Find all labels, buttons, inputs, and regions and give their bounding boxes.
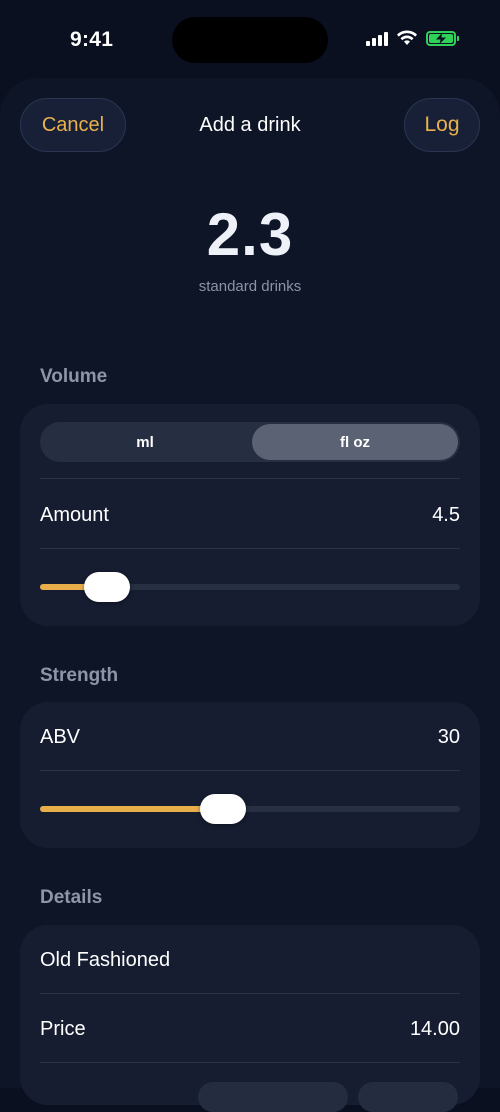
- battery-charging-icon: [426, 30, 459, 46]
- amount-value: 4.5: [432, 504, 460, 526]
- divider: [40, 770, 460, 771]
- amount-slider[interactable]: [40, 572, 460, 602]
- wifi-icon: [397, 30, 417, 45]
- abv-slider-thumb[interactable]: [200, 794, 246, 824]
- strength-card: ABV 30: [20, 702, 480, 848]
- divider: [40, 478, 460, 479]
- log-button[interactable]: Log: [404, 98, 480, 152]
- amount-slider-thumb[interactable]: [84, 572, 130, 602]
- status-bar: 9:41: [0, 0, 500, 82]
- details-card: Old Fashioned Price 14.00: [20, 925, 480, 1112]
- dynamic-island: [172, 17, 328, 63]
- volume-card: ml fl oz Amount 4.5: [20, 404, 480, 626]
- detail-chip[interactable]: [198, 1082, 348, 1112]
- abv-label: ABV: [40, 726, 81, 748]
- details-section-label: Details: [40, 887, 103, 908]
- price-field[interactable]: 14.00: [410, 1018, 460, 1041]
- add-drink-sheet: Cancel Add a drink Log 2.3 standard drin…: [0, 78, 500, 1112]
- abv-slider-fill: [40, 806, 223, 812]
- strength-section-label: Strength: [40, 665, 119, 686]
- divider: [40, 1062, 460, 1063]
- amount-label: Amount: [40, 504, 109, 526]
- standard-drinks-value: 2.3: [206, 201, 294, 268]
- price-label: Price: [40, 1018, 86, 1040]
- unit-option-fl-oz[interactable]: fl oz: [252, 424, 458, 460]
- abv-slider[interactable]: [40, 794, 460, 824]
- standard-drinks-caption: standard drinks: [198, 278, 302, 295]
- divider: [40, 548, 460, 549]
- volume-section-label: Volume: [40, 366, 108, 387]
- unit-segmented-control: ml fl oz: [40, 422, 460, 462]
- status-icons: [366, 30, 459, 46]
- divider: [40, 993, 460, 994]
- drink-name-field[interactable]: Old Fashioned: [40, 949, 170, 972]
- unit-option-ml[interactable]: ml: [42, 424, 248, 460]
- detail-chip[interactable]: [358, 1082, 458, 1112]
- status-time: 9:41: [70, 28, 114, 51]
- abv-value: 30: [437, 726, 460, 748]
- cellular-signal-icon: [366, 30, 388, 46]
